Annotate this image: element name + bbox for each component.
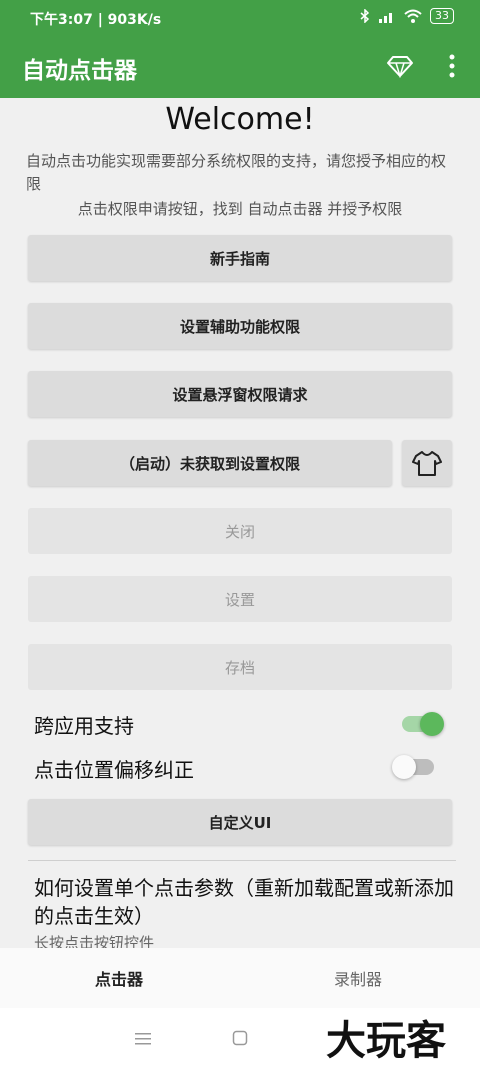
app-bar: 自动点击器: [0, 34, 480, 98]
archive-button[interactable]: 存档: [28, 644, 452, 690]
permission-hint: 点击权限申请按钮，找到 自动点击器 并授予权限: [77, 200, 403, 218]
cross-app-label: 跨应用支持: [34, 714, 134, 738]
welcome-title: Welcome!: [165, 102, 315, 137]
status-time-speed: 下午3:07 | 903K/s: [30, 12, 162, 28]
offset-correction-toggle[interactable]: [392, 755, 434, 779]
howto-subtitle: 长按点击按钮控件: [34, 934, 155, 948]
bluetooth-icon: [360, 9, 370, 23]
wifi-icon: [404, 9, 422, 23]
menu-icon[interactable]: [134, 1032, 152, 1046]
start-button[interactable]: （启动）未获取到设置权限: [28, 440, 392, 486]
home-icon[interactable]: [232, 1030, 248, 1046]
cross-app-toggle[interactable]: [402, 712, 444, 736]
watermark-logo: 大玩客: [326, 1017, 446, 1064]
offset-correction-label: 点击位置偏移纠正: [34, 758, 194, 782]
tshirt-icon: [412, 451, 442, 476]
accessibility-permission-button[interactable]: 设置辅助功能权限: [28, 303, 452, 349]
signal-icon: [379, 13, 392, 23]
status-bar: 下午3:07 | 903K/s 33: [0, 0, 480, 34]
howto-title: 如何设置单个点击参数（重新加载配置或新添加的点击生效）: [34, 876, 454, 928]
tab-recorder[interactable]: 录制器: [334, 966, 382, 990]
skin-button[interactable]: [402, 440, 452, 486]
close-button[interactable]: 关闭: [28, 508, 452, 554]
toggle-knob: [420, 712, 444, 736]
permission-description: 自动点击功能实现需要部分系统权限的支持，请您授予相应的权限: [26, 152, 447, 193]
status-icons: 33: [360, 8, 454, 24]
settings-button[interactable]: 设置: [28, 576, 452, 622]
more-vert-icon[interactable]: [442, 50, 462, 82]
custom-ui-button[interactable]: 自定义UI: [28, 799, 452, 845]
battery-icon: 33: [430, 8, 454, 24]
divider: [28, 860, 456, 861]
tab-clicker[interactable]: 点击器: [95, 966, 143, 990]
app-title: 自动点击器: [22, 58, 137, 84]
main-content: Welcome! 自动点击功能实现需要部分系统权限的支持，请您授予相应的权限 点…: [0, 98, 480, 948]
guide-button[interactable]: 新手指南: [28, 235, 452, 281]
overlay-permission-button[interactable]: 设置悬浮窗权限请求: [28, 371, 452, 417]
bottom-navigation: 点击器 录制器: [0, 948, 480, 1008]
toggle-knob: [392, 755, 416, 779]
diamond-icon[interactable]: [386, 54, 414, 78]
